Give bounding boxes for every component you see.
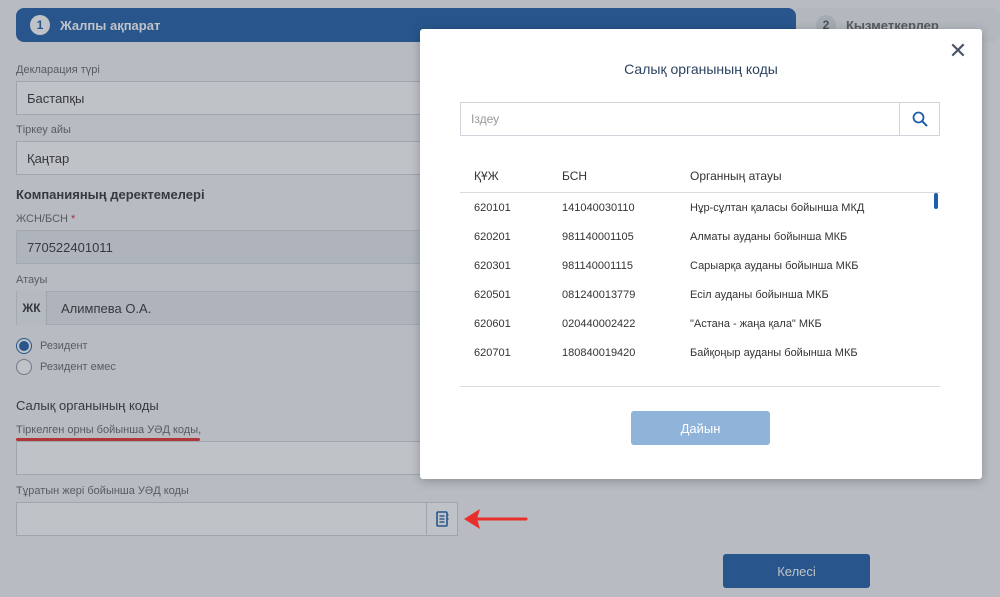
cell-name: Есіл ауданы бойынша МКБ	[690, 288, 829, 301]
table-row[interactable]: 620301 981140001115 Сарыарқа ауданы бойы…	[460, 251, 940, 280]
tax-authority-modal: ✕ Салық органының коды ҚҰЖ БСН Органның …	[420, 29, 982, 479]
cell-bin: 141040030110	[562, 201, 635, 214]
search-box	[460, 102, 940, 136]
cell-code: 620701	[474, 346, 511, 359]
column-header-bin: БСН	[562, 168, 588, 183]
cell-name: Алматы ауданы бойынша МКБ	[690, 230, 848, 243]
cell-bin: 981140001105	[562, 230, 634, 243]
cell-bin: 081240013779	[562, 288, 636, 301]
cell-name: Нұр-сұлтан қаласы бойынша МКД	[690, 201, 865, 214]
search-button[interactable]	[899, 103, 939, 135]
search-input[interactable]	[461, 103, 899, 135]
cell-bin: 981140001115	[562, 259, 633, 272]
cell-name: Байқоңыр ауданы бойынша МКБ	[690, 346, 858, 359]
annotation-arrow-icon	[464, 509, 528, 529]
table-row[interactable]: 620701 180840019420 Байқоңыр ауданы бойы…	[460, 338, 940, 367]
search-icon	[912, 111, 927, 127]
cell-code: 620301	[474, 259, 511, 272]
close-icon[interactable]: ✕	[946, 38, 970, 63]
cell-code: 620101	[474, 201, 511, 214]
cell-code: 620501	[474, 288, 511, 301]
column-header-name: Органның атауы	[690, 168, 782, 183]
cell-name: "Астана - жаңа қала" МКБ	[690, 317, 822, 330]
table-row[interactable]: 620501 081240013779 Есіл ауданы бойынша …	[460, 280, 940, 309]
table-row[interactable]: 620201 981140001105 Алматы ауданы бойынш…	[460, 222, 940, 251]
tax-authority-table: ҚҰЖ БСН Органның атауы 620101 1410400301…	[460, 159, 940, 387]
table-header: ҚҰЖ БСН Органның атауы	[460, 159, 940, 193]
table-scrollbar[interactable]	[934, 193, 938, 209]
cell-name: Сарыарқа ауданы бойынша МКБ	[690, 259, 859, 272]
cell-code: 620601	[474, 317, 511, 330]
cell-code: 620201	[474, 230, 511, 243]
table-row[interactable]: 620601 020440002422 "Астана - жаңа қала"…	[460, 309, 940, 338]
done-button[interactable]: Дайын	[631, 411, 770, 445]
table-row[interactable]: 620101 141040030110 Нұр-сұлтан қаласы бо…	[460, 193, 940, 222]
cell-bin: 020440002422	[562, 317, 636, 330]
modal-title: Салық органының коды	[624, 61, 778, 77]
cell-bin: 180840019420	[562, 346, 636, 359]
column-header-code: ҚҰЖ	[474, 168, 499, 183]
